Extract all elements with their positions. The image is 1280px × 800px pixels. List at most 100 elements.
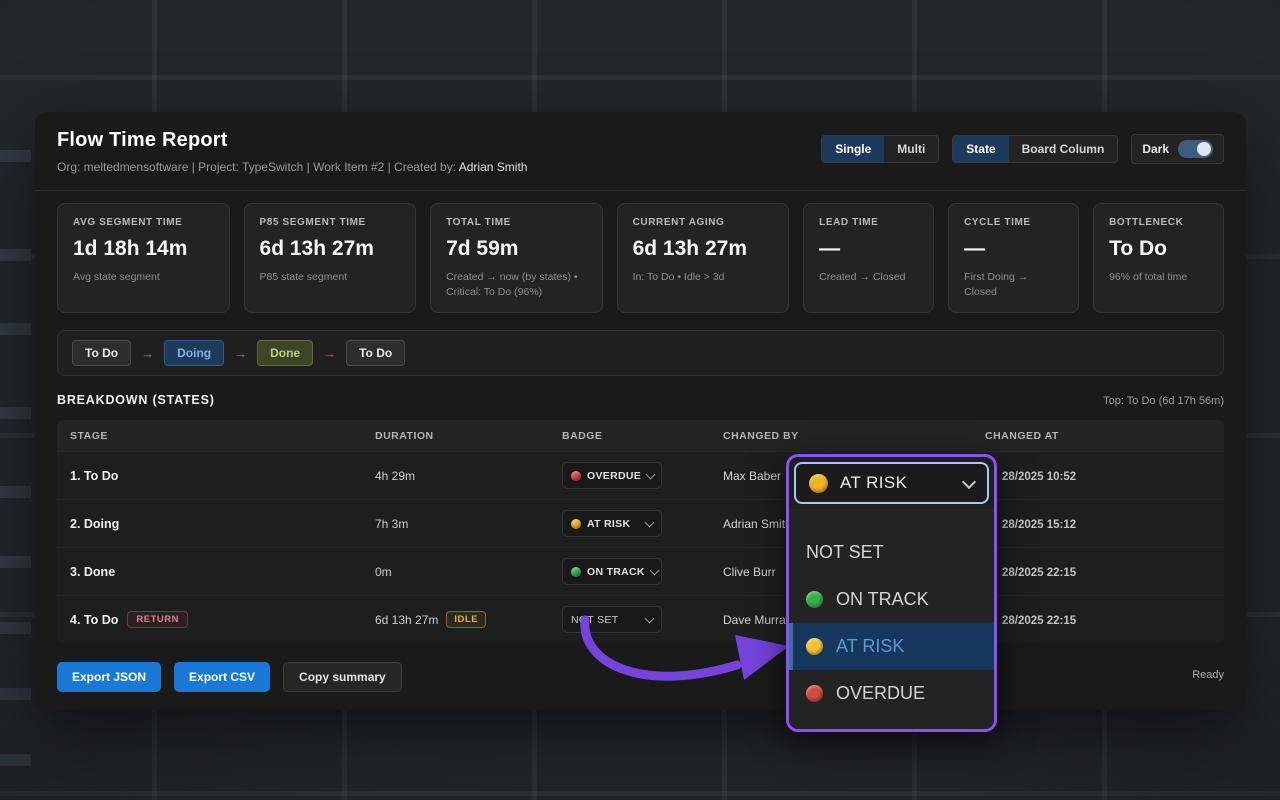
header-controls: Single Multi State Board Column Dark <box>821 134 1224 164</box>
stage-name: 2. Doing <box>70 517 119 531</box>
duration-value: 6d 13h 27m <box>375 613 438 627</box>
changed-at-value: 28/2025 15:12 <box>1002 519 1076 531</box>
status-dot-icon <box>806 591 823 608</box>
dropdown-option-on-track[interactable]: ON TRACK <box>789 576 994 623</box>
stat-card-total-time: TOTAL TIME 7d 59m Created → now (by stat… <box>430 203 603 313</box>
duration-value: 0m <box>375 565 392 579</box>
stat-label: CYCLE TIME <box>964 217 1063 228</box>
report-meta: Org: meltedmensoftware | Project: TypeSw… <box>57 160 527 174</box>
stat-card-cycle-time: CYCLE TIME — First Doing → Closed <box>948 203 1079 313</box>
stat-subtext: In: To Do • Idle > 3d <box>633 270 774 285</box>
grouping-state-button[interactable]: State <box>953 136 1008 162</box>
report-meta-text: Org: meltedmensoftware | Project: TypeSw… <box>57 160 459 174</box>
scope-single-button[interactable]: Single <box>822 136 884 162</box>
column-header-duration: DURATION <box>375 430 562 442</box>
copy-summary-button[interactable]: Copy summary <box>283 662 402 692</box>
stat-label: LEAD TIME <box>819 217 918 228</box>
column-header-stage: STAGE <box>57 430 375 442</box>
badge-label: ON TRACK <box>587 566 645 578</box>
dropdown-option-at-risk[interactable]: AT RISK <box>789 623 994 670</box>
stat-value: To Do <box>1109 237 1208 261</box>
header-divider <box>35 190 1246 191</box>
flow-path-strip: To Do → Doing → Done → To Do <box>57 330 1224 376</box>
changed-by-value: Max Baber <box>723 469 781 483</box>
changed-at-value: 28/2025 10:52 <box>1002 471 1076 483</box>
flow-arrow-icon: → <box>141 346 154 361</box>
chevron-down-icon <box>646 469 656 479</box>
stat-value: 6d 13h 27m <box>633 237 774 261</box>
stat-label: BOTTLENECK <box>1109 217 1208 228</box>
report-meta-author: Adrian Smith <box>459 160 528 174</box>
status-dot-icon <box>806 685 823 702</box>
dropdown-option-overdue[interactable]: OVERDUE <box>789 670 994 717</box>
stat-value: 7d 59m <box>446 237 587 261</box>
stat-subtext: First Doing → Closed <box>964 270 1063 300</box>
stat-value: — <box>964 237 1063 261</box>
stat-card-lead-time: LEAD TIME — Created → Closed <box>803 203 934 313</box>
badge-select[interactable]: ON TRACK <box>562 558 662 585</box>
chevron-down-icon <box>649 565 659 575</box>
export-json-button[interactable]: Export JSON <box>57 662 161 692</box>
column-header-changed-at: CHANGED AT <box>985 430 1224 442</box>
stat-value: 6d 13h 27m <box>260 237 401 261</box>
grouping-toggle: State Board Column <box>952 135 1118 163</box>
stat-label: CURRENT AGING <box>633 217 774 228</box>
changed-at-value: 28/2025 22:15 <box>1002 615 1076 627</box>
stat-card-p85-segment-time: P85 SEGMENT TIME 6d 13h 27m P85 state se… <box>244 203 417 313</box>
status-dropdown-trigger[interactable]: AT RISK <box>794 462 989 504</box>
stat-subtext: Created → Closed <box>819 270 918 285</box>
status-dot-icon <box>571 567 581 577</box>
status-text: Ready <box>1192 669 1224 681</box>
dark-mode-switch[interactable] <box>1178 140 1213 158</box>
stats-row: AVG SEGMENT TIME 1d 18h 14m Avg state se… <box>57 203 1224 313</box>
chevron-down-icon <box>645 517 655 527</box>
stat-label: AVG SEGMENT TIME <box>73 217 214 228</box>
breakdown-header: BREAKDOWN (STATES) Top: To Do (6d 17h 56… <box>57 393 1224 407</box>
scope-multi-button[interactable]: Multi <box>884 136 938 162</box>
status-dot-icon <box>806 638 823 655</box>
stat-card-bottleneck: BOTTLENECK To Do 96% of total time <box>1093 203 1224 313</box>
dropdown-option-not-set[interactable]: NOT SET <box>789 529 994 576</box>
option-label: AT RISK <box>836 636 904 657</box>
column-header-badge: BADGE <box>562 430 723 442</box>
export-csv-button[interactable]: Export CSV <box>174 662 270 692</box>
annotation-arrow <box>555 585 815 710</box>
theme-toggle-label: Dark <box>1142 142 1169 156</box>
badge-select[interactable]: OVERDUE <box>562 462 662 489</box>
stat-subtext: Created → now (by states) • Critical: To… <box>446 270 587 300</box>
breakdown-title: BREAKDOWN (STATES) <box>57 393 215 407</box>
duration-value: 7h 3m <box>375 517 408 531</box>
column-header-changed-by: CHANGED BY <box>723 430 985 442</box>
option-label: ON TRACK <box>836 589 929 610</box>
stage-name: 1. To Do <box>70 469 118 483</box>
flow-chip-todo-return: To Do <box>346 340 405 366</box>
stat-card-current-aging: CURRENT AGING 6d 13h 27m In: To Do • Idl… <box>617 203 790 313</box>
flow-chip-doing: Doing <box>164 340 224 366</box>
changed-at-value: 28/2025 22:15 <box>1002 567 1076 579</box>
stat-subtext: P85 state segment <box>260 270 401 285</box>
status-dot-icon <box>571 519 581 529</box>
annotation-arrowhead <box>735 635 789 680</box>
badge-select[interactable]: AT RISK <box>562 510 662 537</box>
status-dot-icon <box>809 474 828 493</box>
status-dropdown-menu: NOT SET ON TRACK AT RISK OVERDUE <box>789 509 994 729</box>
changed-by-value: Clive Burr <box>723 565 776 579</box>
duration-value: 4h 29m <box>375 469 415 483</box>
flow-arrow-icon: → <box>234 346 247 361</box>
chevron-down-icon <box>962 474 976 488</box>
table-row: 1. To Do 4h 29m OVERDUE Max Baber 28/202… <box>57 451 1224 499</box>
badge-label: OVERDUE <box>587 470 641 482</box>
flow-return-arrow-icon: → <box>323 346 336 361</box>
status-dot-icon <box>571 471 581 481</box>
selected-status-label: AT RISK <box>840 473 907 493</box>
footer-actions: Export JSON Export CSV Copy summary <box>57 662 402 692</box>
breakdown-top-note: Top: To Do (6d 17h 56m) <box>1103 395 1224 407</box>
theme-toggle-group: Dark <box>1131 134 1224 164</box>
stage-name: 4. To Do <box>70 613 118 627</box>
badge-label: AT RISK <box>587 518 630 530</box>
stat-subtext: 96% of total time <box>1109 270 1208 285</box>
switch-knob <box>1197 142 1211 156</box>
idle-tag: IDLE <box>446 611 486 628</box>
grouping-board-column-button[interactable]: Board Column <box>1009 136 1118 162</box>
table-row: 2. Doing 7h 3m AT RISK Adrian Smith 28/2… <box>57 499 1224 547</box>
